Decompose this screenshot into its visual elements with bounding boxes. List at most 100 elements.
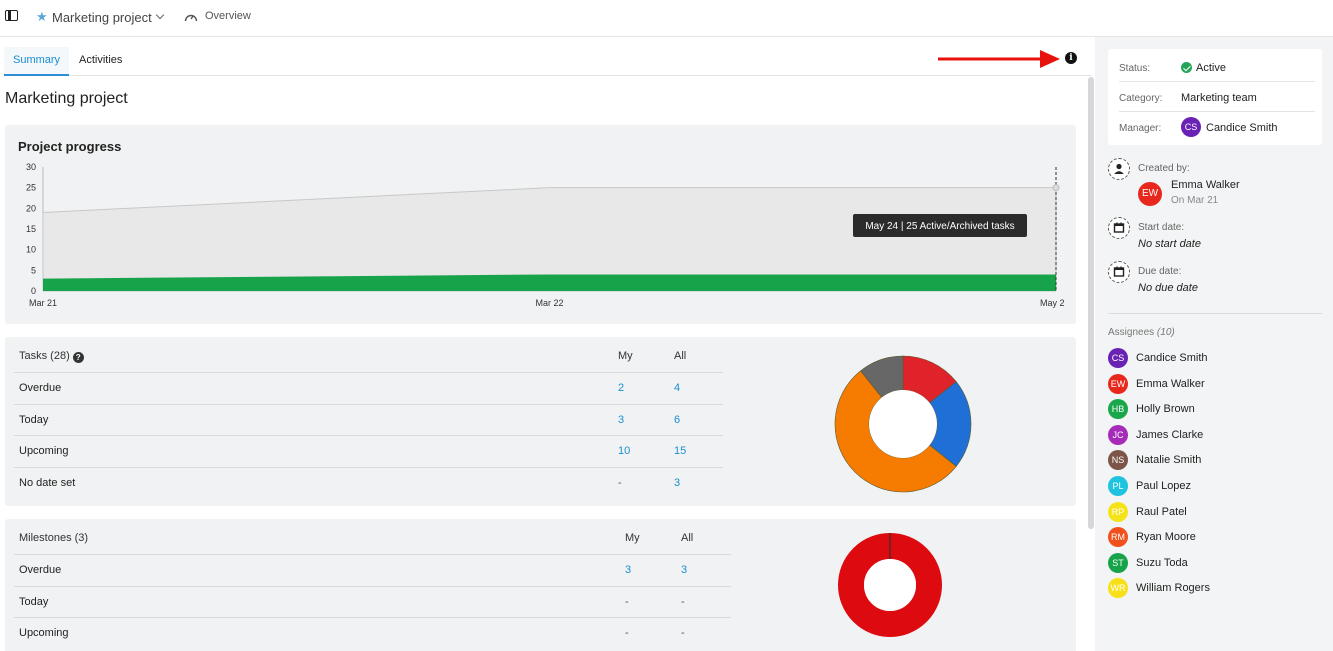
col-all: All — [681, 532, 694, 544]
page-title: Marketing project — [5, 90, 128, 107]
all-count-link[interactable]: 4 — [674, 373, 680, 404]
my-count-link[interactable]: 10 — [618, 436, 630, 467]
assignee-item[interactable]: EW Emma Walker — [1108, 373, 1308, 394]
status-badge[interactable]: Active — [1196, 62, 1226, 74]
row-label: Overdue — [19, 382, 62, 394]
tasks-table: Tasks (28)? My All Overdue 2 4 Today 3 6… — [14, 337, 723, 499]
all-count-link[interactable]: 3 — [681, 555, 687, 586]
all-count-link[interactable]: 3 — [674, 468, 680, 499]
details-sidebar: Status: Active Category: Marketing team … — [1095, 37, 1333, 651]
all-count-link[interactable]: 6 — [674, 405, 680, 436]
assignee-item[interactable]: RM Ryan Moore — [1108, 527, 1308, 548]
star-icon[interactable]: ★ — [36, 9, 48, 25]
top-bar: ★ Marketing project Overview — [0, 0, 1333, 37]
project-progress-card: Project progress 0 5 10 15 20 25 30 Mar 21 Mar 2… — [5, 125, 1076, 324]
tab-activities[interactable]: Activities — [70, 47, 131, 76]
calendar-icon — [1108, 217, 1130, 239]
divider — [1108, 313, 1322, 314]
row-label: Upcoming — [19, 627, 69, 639]
assignee-item[interactable]: PL Paul Lopez — [1108, 476, 1308, 496]
scrollbar[interactable] — [1088, 77, 1094, 529]
status-row: Status: Active — [1119, 52, 1315, 82]
user-icon — [1108, 158, 1130, 180]
my-count-link[interactable]: 3 — [625, 555, 631, 586]
y-tick-label: 10 — [26, 245, 36, 255]
row-label: No date set — [19, 476, 76, 489]
tasks-title: Tasks (28)? — [19, 337, 84, 375]
table-row: Upcoming - - — [14, 618, 731, 650]
tooltip: May 24 | 25 Active/Archived tasks — [853, 214, 1027, 237]
info-icon[interactable]: i — [1065, 52, 1077, 64]
table-row: Overdue 3 3 — [14, 555, 731, 587]
assignee-item[interactable]: ST Suzu Toda — [1108, 552, 1308, 573]
y-tick-label: 20 — [26, 203, 36, 213]
assignee-item[interactable]: HB Holly Brown — [1108, 399, 1308, 420]
assignee-item[interactable]: RP Raul Patel — [1108, 501, 1308, 522]
milestones-header: Milestones (3) My All — [14, 519, 731, 555]
manager-name[interactable]: Candice Smith — [1206, 122, 1278, 134]
all-count: - — [681, 595, 685, 608]
assignee-name: Emma Walker — [1136, 377, 1205, 390]
due-date-value[interactable]: No due date — [1138, 282, 1198, 294]
avatar: EW — [1108, 373, 1128, 394]
my-count: - — [618, 476, 622, 489]
row-label: Today — [19, 595, 49, 608]
all-count: - — [681, 627, 685, 639]
category-value[interactable]: Marketing team — [1181, 92, 1257, 104]
row-label: Today — [19, 413, 49, 426]
category-label: Category: — [1119, 93, 1163, 104]
created-by-name[interactable]: Emma Walker — [1171, 179, 1240, 191]
my-count: - — [625, 595, 629, 608]
milestones-donut-chart[interactable] — [830, 530, 950, 650]
annotation-arrow-icon — [938, 50, 1060, 68]
chevron-down-icon[interactable] — [155, 10, 165, 20]
y-tick-label: 15 — [26, 224, 36, 234]
table-row: Today - - — [14, 587, 731, 618]
my-count-link[interactable]: 2 — [618, 373, 624, 404]
sidebar-toggle-icon[interactable] — [5, 10, 18, 21]
tasks-donut-chart[interactable] — [828, 349, 978, 499]
check-circle-icon — [1181, 62, 1192, 73]
milestones-table: Milestones (3) My All Overdue 3 3 Today … — [14, 519, 731, 650]
progress-chart[interactable]: 0 5 10 15 20 25 30 Mar 21 Mar 22 May 2 May 24 | 25… — [5, 125, 1076, 324]
assignee-name: James Clarke — [1136, 428, 1204, 441]
tasks-header: Tasks (28)? My All — [14, 337, 723, 373]
tab-summary[interactable]: Summary — [4, 47, 70, 76]
assignee-name: Ryan Moore — [1136, 531, 1196, 544]
avatar: CS — [1181, 117, 1201, 137]
table-row: Upcoming 10 15 — [14, 436, 723, 468]
col-all: All — [674, 350, 687, 362]
calendar-icon — [1108, 261, 1130, 283]
avatar: ST — [1108, 552, 1128, 573]
help-icon[interactable]: ? — [72, 352, 84, 363]
avatar: EW — [1138, 182, 1162, 206]
assignee-item[interactable]: WR William Rogers — [1108, 578, 1308, 599]
y-tick-label: 25 — [26, 183, 36, 193]
project-name[interactable]: Marketing project — [52, 10, 152, 25]
status-label: Status: — [1119, 63, 1151, 74]
project-info-box: Status: Active Category: Marketing team … — [1108, 49, 1322, 145]
col-my: My — [625, 532, 640, 544]
assignee-name: William Rogers — [1136, 582, 1210, 595]
all-count-link[interactable]: 15 — [674, 436, 686, 467]
assignee-item[interactable]: JC James Clarke — [1108, 424, 1308, 445]
tasks-card: Tasks (28)? My All Overdue 2 4 Today 3 6… — [5, 337, 1076, 506]
y-tick-label: 30 — [26, 162, 36, 172]
avatar: HB — [1108, 399, 1128, 420]
created-by-label: Created by: — [1138, 163, 1190, 174]
overview-link[interactable]: Overview — [205, 10, 251, 22]
table-row: No date set - 3 — [14, 468, 723, 500]
my-count-link[interactable]: 3 — [618, 405, 624, 436]
assignee-item[interactable]: NS Natalie Smith — [1108, 450, 1308, 471]
avatar: RM — [1108, 527, 1128, 548]
start-date-value[interactable]: No start date — [1138, 238, 1201, 250]
dashboard-icon[interactable] — [184, 11, 198, 23]
assignees-title: Assignees (10) — [1108, 327, 1175, 338]
hover-point — [1052, 184, 1060, 192]
avatar: CS — [1108, 348, 1128, 368]
avatar: RP — [1108, 501, 1128, 522]
donut-hole — [864, 559, 916, 611]
manager-label: Manager: — [1119, 123, 1162, 134]
x-tick-label: May 2 — [1040, 298, 1065, 308]
assignee-item[interactable]: CS Candice Smith — [1108, 348, 1308, 368]
